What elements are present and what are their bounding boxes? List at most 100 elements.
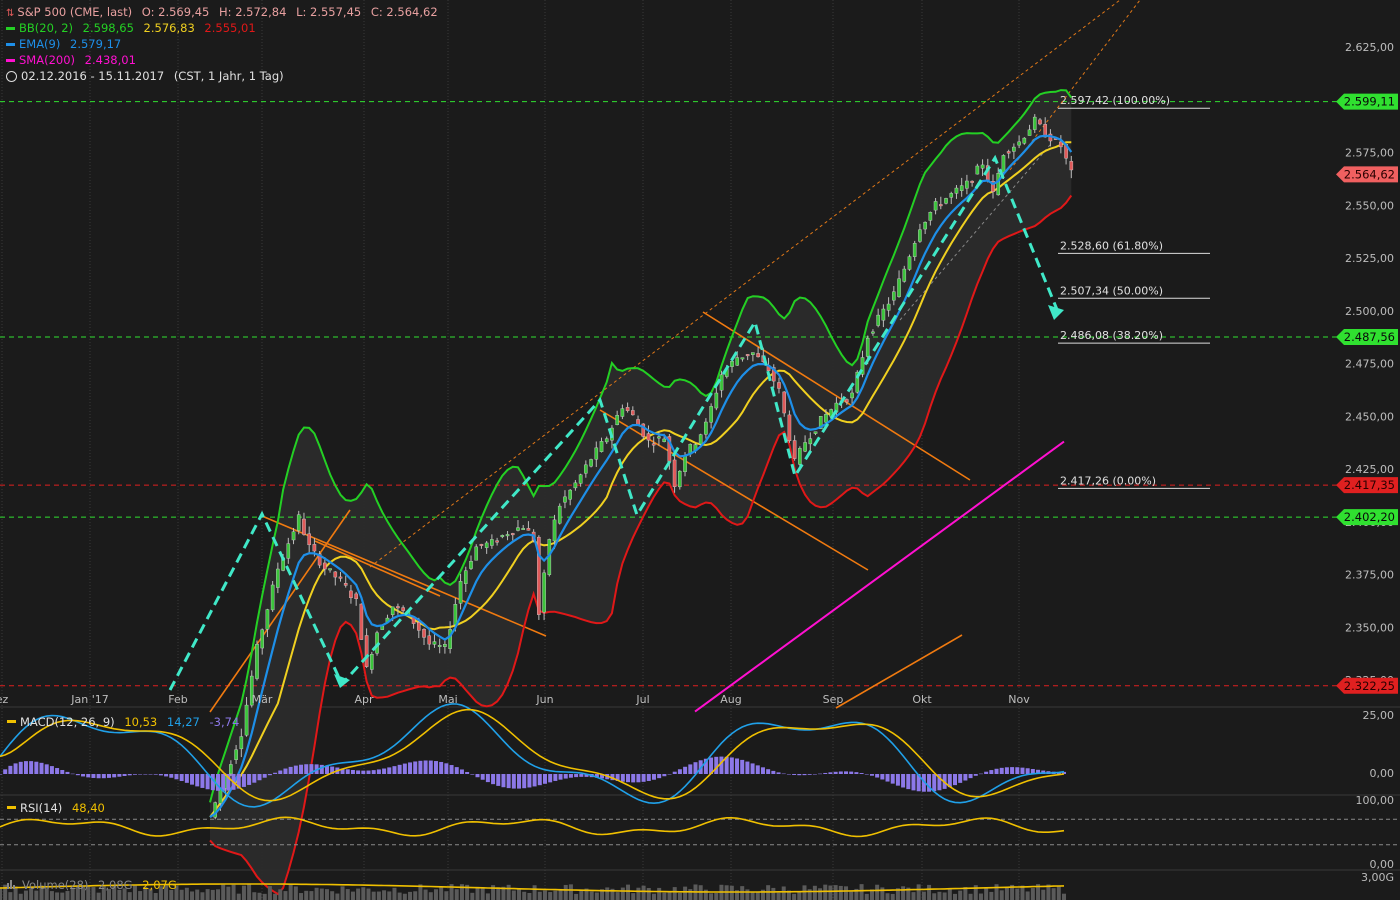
candle-body: [646, 433, 651, 441]
volume-bar: [366, 888, 371, 900]
macd-histogram-bar: [371, 770, 376, 774]
volume-bar: [190, 891, 195, 900]
volume-bar: [818, 888, 823, 900]
macd-histogram-bar: [413, 761, 418, 774]
volume-bar: [226, 886, 231, 900]
macd-histogram-bar: [563, 774, 568, 779]
candle-body: [427, 635, 432, 645]
fib-level-label: 2.507,34 (50.00%): [1060, 284, 1163, 297]
volume-bar: [210, 889, 215, 900]
rsi-tick-zero: 0,00: [1370, 858, 1395, 871]
macd-histogram-bar: [802, 774, 807, 776]
macd-histogram-bar: [459, 769, 464, 774]
price-tick-label: 2.350,00: [1345, 621, 1394, 634]
price-tick-label: 2.500,00: [1345, 305, 1394, 318]
legend-row-sma: SMA(200) 2.438,01: [6, 52, 142, 68]
volume-bar: [968, 893, 973, 900]
candle-body: [526, 528, 531, 531]
candle-body: [683, 456, 687, 473]
volume-bar: [522, 891, 527, 900]
macd-histogram-bar: [55, 768, 60, 774]
volume-bar: [646, 887, 651, 900]
stock-chart[interactable]: 2.625,002.600,002.575,002.550,002.525,00…: [0, 0, 1400, 900]
macd-histogram-bar: [366, 770, 371, 774]
volume-bar: [683, 886, 688, 900]
time-tick-label: Sep: [823, 693, 844, 706]
macd-histogram-bar: [755, 765, 760, 774]
volume-bar: [1041, 889, 1046, 900]
macd-histogram-bar: [81, 774, 86, 777]
macd-histogram-bar: [75, 774, 80, 776]
candle-body: [615, 415, 619, 426]
time-tick-label: Jul: [635, 693, 649, 706]
candle-body: [678, 470, 682, 488]
candle-body: [735, 357, 740, 366]
macd-histogram-bar: [506, 774, 511, 789]
volume-bar: [350, 891, 355, 900]
macd-histogram-bar: [532, 774, 537, 787]
candle-body: [745, 354, 750, 357]
candle-body: [338, 576, 343, 579]
macd-histogram-bar: [859, 773, 864, 774]
macd-histogram-bar: [288, 766, 293, 774]
candle-body: [573, 482, 578, 489]
candle-body: [469, 561, 473, 569]
candle-body: [270, 584, 275, 611]
macd-histogram-bar: [221, 774, 226, 791]
macd-swatch: [7, 720, 16, 723]
volume-bar: [953, 893, 958, 900]
macd-histogram-bar: [418, 760, 423, 774]
volume-bar: [304, 890, 309, 900]
volume-bar: [299, 893, 304, 900]
candle-body: [1069, 161, 1074, 171]
candle-body: [260, 629, 265, 649]
candle-body: [557, 505, 562, 524]
candle-body: [813, 431, 818, 434]
candle-body: [578, 474, 583, 484]
volume-bar: [626, 884, 631, 900]
volume-bar: [574, 893, 579, 900]
legend-row-ema: EMA(9) 2.579,17: [6, 36, 127, 52]
candle-body: [343, 583, 348, 586]
macd-histogram-bar: [906, 774, 911, 790]
macd-histogram-bar: [65, 771, 70, 774]
volume-bar: [200, 892, 205, 900]
candle-body: [302, 518, 306, 535]
macd-histogram-bar: [672, 771, 677, 774]
macd-histogram-bar: [662, 774, 667, 777]
ohlc-open: O: 2.569,45: [141, 5, 210, 19]
volume-bar: [475, 886, 480, 900]
macd-histogram-bar: [984, 771, 989, 774]
candle-body: [944, 198, 948, 204]
volume-bar: [96, 892, 101, 900]
volume-bar: [361, 887, 366, 900]
volume-bar: [517, 888, 522, 900]
volume-bar: [439, 886, 444, 900]
macd-histogram-bar: [480, 774, 485, 780]
macd-histogram-bar: [864, 774, 869, 775]
volume-bar: [205, 889, 210, 900]
candle-body: [604, 438, 609, 443]
time-tick-label: Apr: [354, 693, 374, 706]
macd-histogram-bar: [3, 769, 8, 774]
macd-histogram-bar: [164, 774, 169, 777]
macd-histogram-bar: [0, 774, 2, 775]
volume-bar: [356, 888, 361, 900]
volume-bar: [408, 891, 413, 900]
price-tick-label: 2.525,00: [1345, 252, 1394, 265]
level-price-label: 2.322,25: [1344, 679, 1395, 693]
macd-histogram-bar: [574, 774, 579, 778]
candle-body: [845, 399, 849, 403]
level-price-label: 2.599,11: [1344, 95, 1395, 109]
candle-body: [777, 382, 781, 389]
macd-histogram-bar: [932, 774, 937, 792]
candle-body: [907, 256, 912, 270]
volume-bar: [262, 893, 267, 900]
volume-bar: [537, 891, 542, 900]
candle-body: [625, 407, 630, 411]
macd-histogram-bar: [989, 770, 994, 774]
volume-bar: [740, 886, 745, 900]
macd-histogram-bar: [548, 774, 553, 783]
macd-histogram-bar: [153, 774, 158, 775]
legend-row-range: 02.12.2016 - 15.11.2017 (CST, 1 Jahr, 1 …: [6, 68, 290, 84]
